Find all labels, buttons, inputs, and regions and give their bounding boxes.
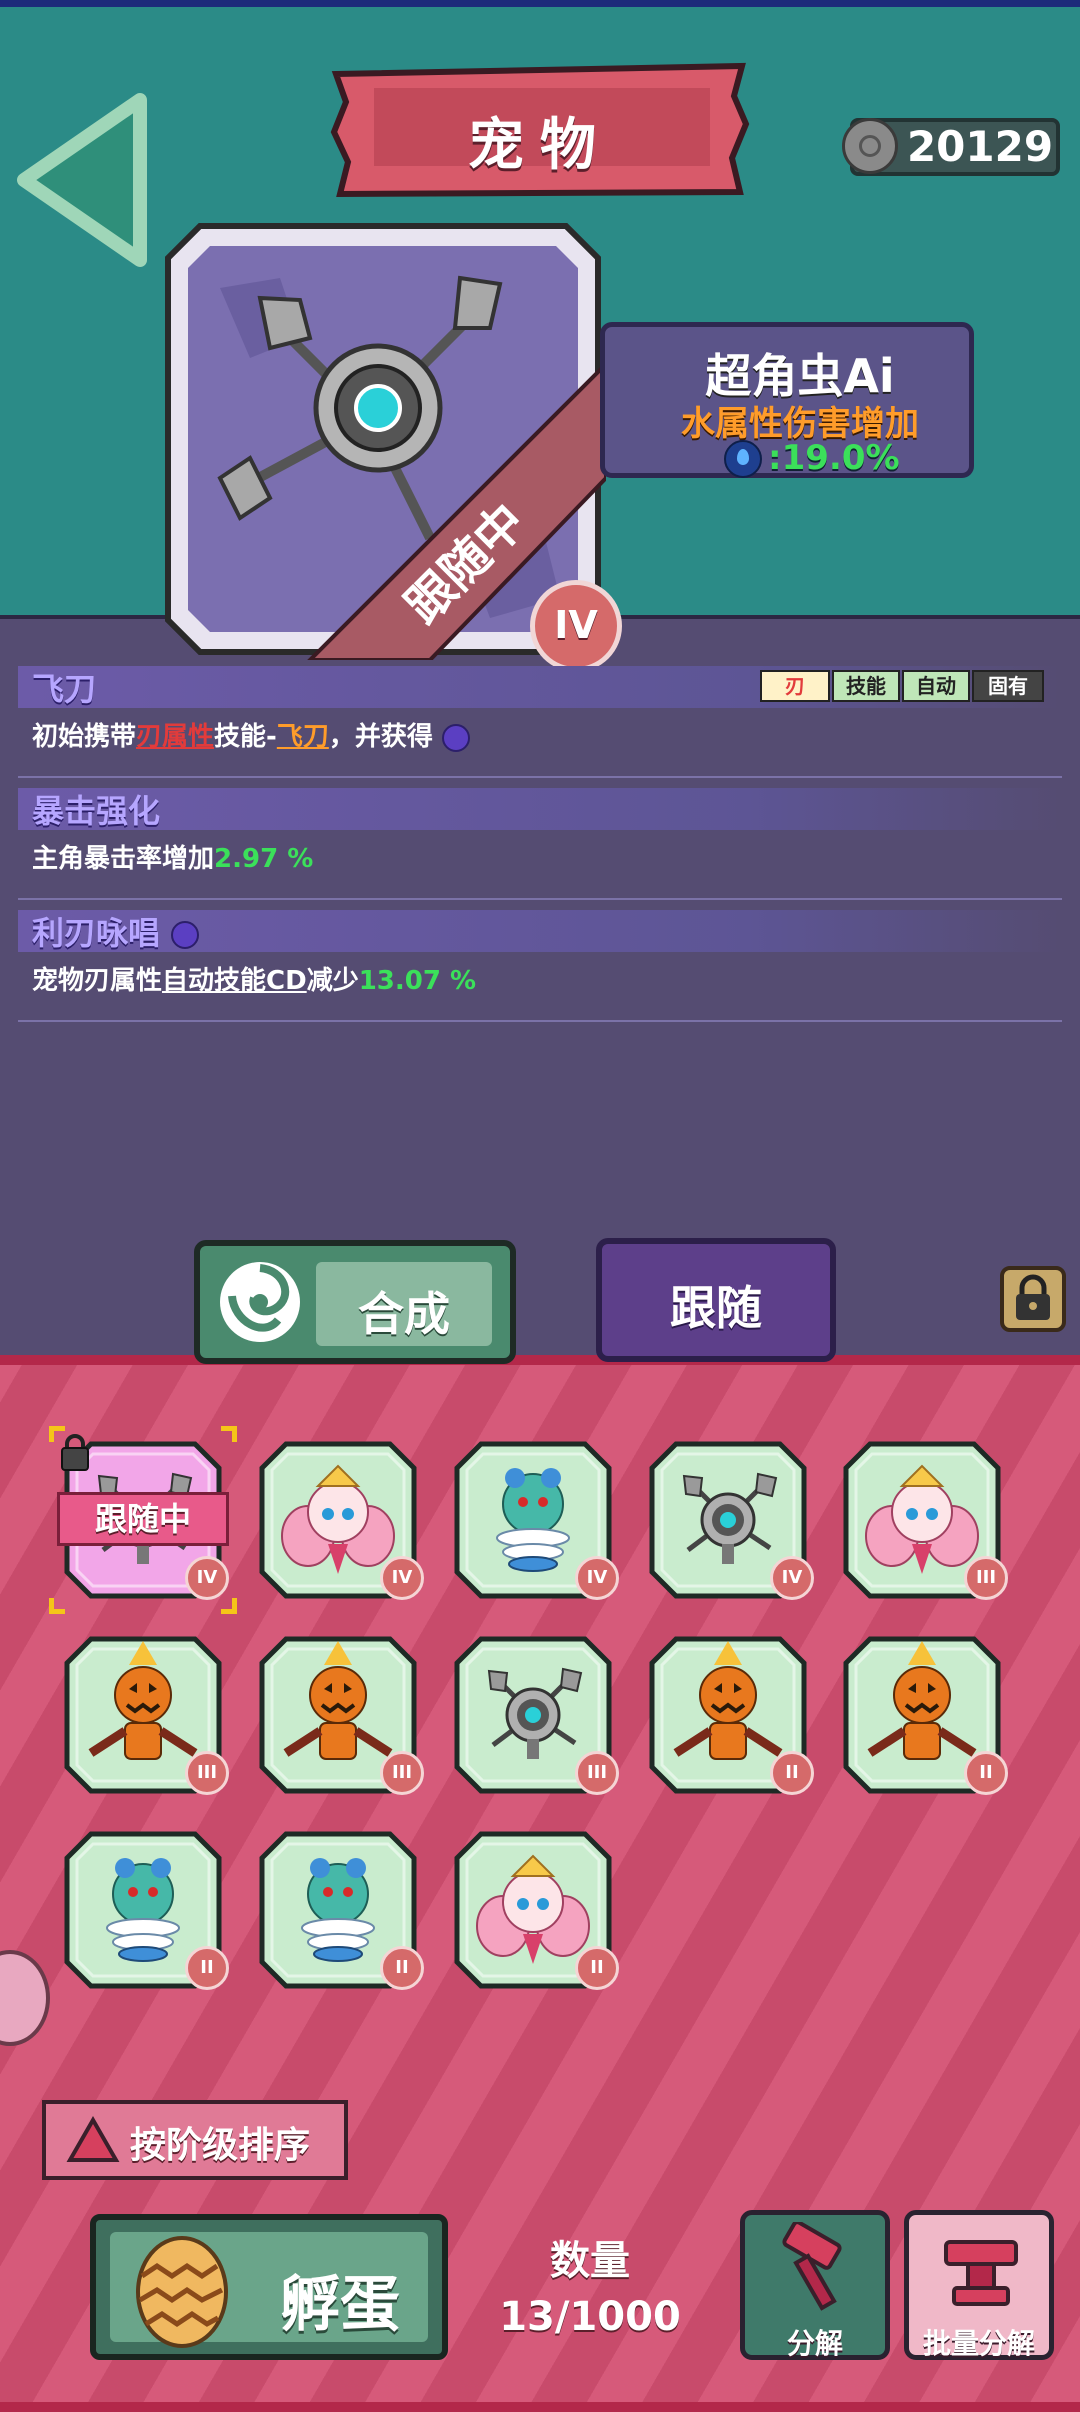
tag-innate: 固有 [972, 670, 1044, 702]
hatch-label: 孵蛋 [280, 2270, 400, 2340]
pet-rank-badge: II [575, 1946, 619, 1990]
batch-decompose-label: 批量分解 [922, 2327, 1035, 2360]
anvil-icon [944, 2240, 1018, 2306]
pet-slot[interactable]: III [453, 1635, 619, 1795]
back-arrow-icon[interactable] [12, 90, 152, 270]
bottom-edge [0, 2402, 1080, 2412]
quantity-value: 13/1000 [499, 2294, 681, 2340]
pet-rank-badge: IV [380, 1556, 424, 1600]
pet-rank-badge: IV [185, 1556, 229, 1600]
pet-rank-badge: IV [770, 1556, 814, 1600]
skill-title-3: 利刃咏唱 [32, 908, 200, 954]
pet-slot[interactable]: II [63, 1830, 229, 1990]
skill-title-2: 暴击强化 [32, 792, 161, 830]
pet-attribute-value: :19.0% [768, 438, 900, 478]
pet-rank-badge: II [185, 1946, 229, 1990]
pet-rank-badge: III [185, 1751, 229, 1795]
pet-slot[interactable]: IV [258, 1440, 424, 1600]
pet-rank-badge: III [380, 1751, 424, 1795]
currency-amount: 20129 [906, 122, 1054, 171]
tag-blade: 刃 [760, 670, 830, 702]
pet-slot[interactable]: II [842, 1635, 1008, 1795]
pet-rank-badge: II [964, 1751, 1008, 1795]
divider [18, 1020, 1062, 1022]
follow-label: 跟随 [670, 1281, 762, 1335]
padlock-icon [1016, 1274, 1050, 1320]
decompose-label: 分解 [786, 2327, 843, 2360]
skill-desc-1: 初始携带刃属性技能-飞刀，并获得 [32, 716, 470, 753]
sort-label: 按阶级排序 [130, 2125, 311, 2166]
tag-skill: 技能 [832, 670, 900, 702]
vortex-icon [220, 1262, 300, 1342]
tag-auto: 自动 [902, 670, 970, 702]
pet-slot[interactable]: 跟随中 IV [49, 1426, 237, 1614]
gear-coin-icon [842, 118, 898, 174]
pet-slot[interactable]: III [63, 1635, 229, 1795]
hammer-icon [782, 2222, 842, 2311]
selection-corner [221, 1426, 237, 1442]
pet-rank-badge: II [380, 1946, 424, 1990]
skill-title-1: 飞刀 [32, 670, 97, 708]
water-drop-icon [724, 440, 762, 478]
page-title: 宠物 [468, 113, 612, 178]
egg-icon [136, 2236, 228, 2348]
selection-corner [221, 1598, 237, 1614]
swirl-skill-icon [441, 723, 470, 752]
pet-rank-badge: III [964, 1556, 1008, 1600]
swirl-skill-icon [171, 921, 200, 949]
pet-slot[interactable]: IV [648, 1440, 814, 1600]
lock-button[interactable] [1000, 1266, 1066, 1332]
following-tag: 跟随中 [57, 1492, 229, 1546]
pet-slot[interactable]: II [648, 1635, 814, 1795]
selection-corner [49, 1598, 65, 1614]
padlock-icon [57, 1432, 93, 1472]
divider [18, 776, 1062, 778]
triangle-sort-icon [66, 2116, 120, 2162]
pet-slot[interactable]: III [258, 1635, 424, 1795]
skill-desc-3: 宠物刃属性自动技能CD减少13.07 % [32, 966, 477, 996]
divider [18, 898, 1062, 900]
pet-rank-badge: III [575, 1751, 619, 1795]
pet-rank-badge: II [770, 1751, 814, 1795]
pet-slot[interactable]: III [842, 1440, 1008, 1600]
skill-header-2 [18, 788, 1062, 830]
pet-slot[interactable]: IV [453, 1440, 619, 1600]
pet-rank-badge: IV [575, 1556, 619, 1600]
synthesize-label: 合成 [358, 1287, 450, 1341]
pet-rank-badge: IV [530, 580, 622, 672]
pet-portrait-card: 跟随中 [165, 223, 606, 660]
quantity-label: 数量 [550, 2238, 630, 2284]
pet-slot[interactable]: II [258, 1830, 424, 1990]
pet-slot[interactable]: II [453, 1830, 619, 1990]
skill-desc-2: 主角暴击率增加2.97 % [32, 844, 314, 874]
